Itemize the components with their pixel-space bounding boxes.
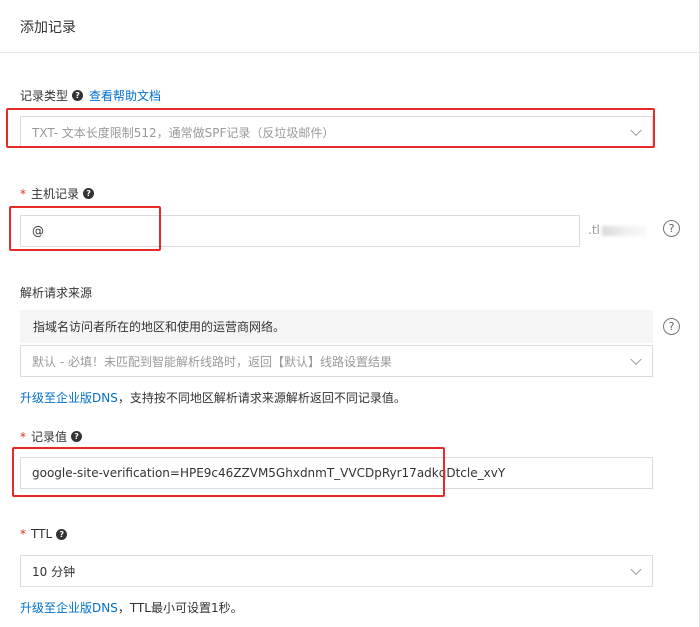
record-type-label-row: 记录类型 ? 查看帮助文档 bbox=[20, 87, 161, 104]
host-label-row: * 主机记录 ? bbox=[20, 185, 95, 202]
record-type-value: TXT- 文本长度限制512，通常做SPF记录（反垃圾邮件） bbox=[32, 125, 335, 140]
help-icon[interactable]: ? bbox=[71, 431, 83, 442]
ttl-label-row: * TTL ? bbox=[20, 527, 68, 541]
ttl-upgrade-note: 升级至企业版DNS，TTL最小可设置1秒。 bbox=[20, 599, 243, 616]
source-info-text: 指域名访问者所在的地区和使用的运营商网络。 bbox=[33, 320, 286, 334]
chevron-down-icon bbox=[630, 124, 642, 137]
ttl-select[interactable]: 10 分钟 bbox=[20, 555, 653, 587]
source-value: 默认 - 必填！未匹配到智能解析线路时，返回【默认】线路设置结果 bbox=[32, 354, 392, 369]
source-upgrade-text: ，支持按不同地区解析请求来源解析返回不同记录值。 bbox=[117, 391, 406, 405]
dialog-header: 添加记录 bbox=[0, 0, 700, 53]
required-mark: * bbox=[20, 429, 26, 444]
question-icon[interactable]: ? bbox=[663, 220, 680, 237]
dialog-title: 添加记录 bbox=[20, 20, 76, 36]
question-icon[interactable]: ? bbox=[663, 318, 680, 335]
source-label-row: 解析请求来源 bbox=[20, 284, 92, 301]
record-value-text: google-site-verification=HPE9c46ZZVM5Ghx… bbox=[32, 466, 506, 480]
source-select[interactable]: 默认 - 必填！未匹配到智能解析线路时，返回【默认】线路设置结果 bbox=[20, 345, 653, 377]
host-record-input[interactable]: @ bbox=[20, 215, 580, 247]
record-type-select[interactable]: TXT- 文本长度限制512，通常做SPF记录（反垃圾邮件） bbox=[20, 116, 653, 148]
help-icon[interactable]: ? bbox=[56, 528, 68, 540]
source-info-box: 指域名访问者所在的地区和使用的运营商网络。 bbox=[20, 310, 653, 343]
ttl-label: TTL bbox=[31, 527, 53, 541]
upgrade-dns-link[interactable]: 升级至企业版DNS bbox=[20, 391, 118, 405]
host-label: 主机记录 bbox=[31, 187, 80, 201]
host-record-value: @ bbox=[32, 224, 44, 238]
record-value-label-row: * 记录值 ? bbox=[20, 428, 83, 445]
help-icon[interactable]: ? bbox=[83, 188, 95, 199]
chevron-down-icon bbox=[630, 353, 642, 366]
help-doc-link[interactable]: 查看帮助文档 bbox=[89, 87, 161, 104]
required-mark: * bbox=[20, 527, 26, 541]
ttl-value: 10 分钟 bbox=[32, 564, 76, 579]
source-upgrade-note: 升级至企业版DNS，支持按不同地区解析请求来源解析返回不同记录值。 bbox=[20, 389, 406, 406]
record-value-label: 记录值 bbox=[31, 430, 68, 444]
record-value-input[interactable]: google-site-verification=HPE9c46ZZVM5Ghx… bbox=[20, 457, 653, 489]
ttl-upgrade-text: ，TTL最小可设置1秒。 bbox=[117, 601, 243, 615]
record-type-label: 记录类型 bbox=[20, 89, 69, 103]
source-label: 解析请求来源 bbox=[20, 286, 93, 300]
required-mark: * bbox=[20, 186, 26, 201]
domain-suffix-text: .tl bbox=[588, 223, 600, 237]
upgrade-dns-link[interactable]: 升级至企业版DNS bbox=[20, 601, 118, 615]
chevron-down-icon bbox=[630, 563, 642, 576]
redacted-domain bbox=[601, 225, 646, 236]
domain-suffix: .tl bbox=[588, 223, 646, 237]
help-icon[interactable]: ? bbox=[72, 90, 84, 101]
